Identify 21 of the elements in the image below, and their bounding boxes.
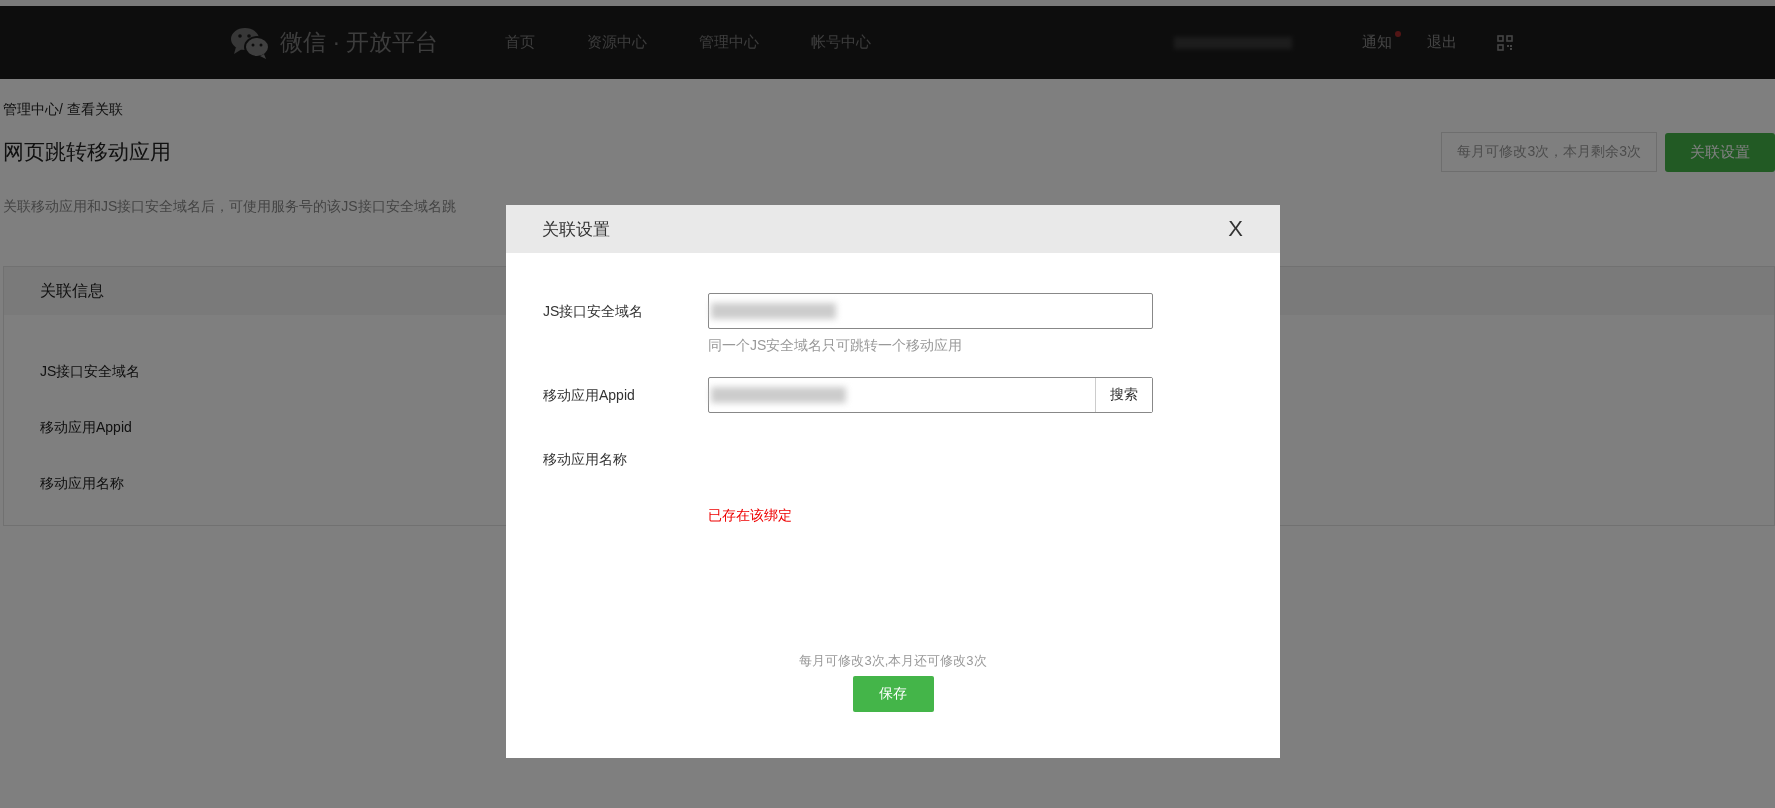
save-button[interactable]: 保存: [852, 676, 934, 712]
link-settings-button[interactable]: 关联设置: [1665, 132, 1775, 172]
appid-field[interactable]: 搜索: [708, 377, 1153, 413]
field-label: 移动应用Appid: [40, 419, 132, 437]
quota-note: 每月可修改3次,本月还可修改3次: [799, 652, 987, 670]
panel-title: 关联信息: [40, 280, 104, 301]
qr-code-icon[interactable]: [1497, 34, 1513, 51]
field-label: JS接口安全域名: [40, 363, 141, 381]
field-label: JS接口安全域名: [543, 302, 645, 321]
breadcrumb: 管理中心/ 查看关联: [3, 101, 124, 119]
field-hint: 同一个JS安全域名只可跳转一个移动应用: [708, 337, 964, 355]
field-label: 移动应用名称: [543, 450, 628, 469]
chat-bubbles-icon: [230, 26, 270, 59]
close-button[interactable]: X: [1228, 216, 1243, 242]
page-title: 网页跳转移动应用: [3, 139, 172, 165]
field-label: 移动应用Appid: [543, 386, 636, 405]
field-label: 移动应用名称: [40, 475, 124, 493]
dialog-title: 关联设置: [542, 218, 610, 241]
search-button[interactable]: 搜索: [1095, 378, 1152, 412]
error-message: 已存在该绑定: [708, 507, 792, 525]
domain-field[interactable]: [708, 293, 1153, 329]
